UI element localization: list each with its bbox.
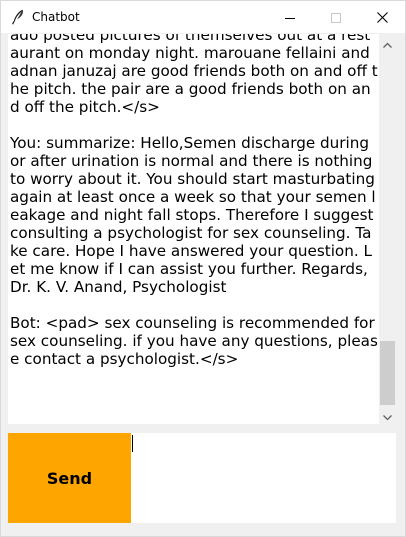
chat-log-text: ado posted pictures of themselves out at… xyxy=(10,34,378,368)
feather-icon xyxy=(11,9,25,25)
maximize-button[interactable] xyxy=(313,1,359,33)
close-icon xyxy=(376,8,388,27)
title-bar[interactable]: Chatbot xyxy=(1,1,405,33)
maximize-icon xyxy=(331,8,341,27)
scroll-up-arrow-icon xyxy=(383,33,392,52)
scrollbar-thumb[interactable] xyxy=(380,341,395,405)
minimize-button[interactable] xyxy=(267,1,313,33)
scroll-down-button[interactable] xyxy=(379,407,396,424)
send-button[interactable]: Send xyxy=(8,433,131,523)
chat-log[interactable]: ado posted pictures of themselves out at… xyxy=(8,34,379,424)
chatbot-window: Chatbot ado posted pictures of themselve… xyxy=(0,0,406,537)
window-title: Chatbot xyxy=(32,10,80,24)
close-button[interactable] xyxy=(359,1,405,33)
minimize-icon xyxy=(285,8,295,27)
text-cursor xyxy=(132,435,133,452)
chat-scrollbar[interactable] xyxy=(379,34,396,424)
scroll-up-button[interactable] xyxy=(379,34,396,51)
message-input[interactable] xyxy=(131,433,396,523)
scroll-down-arrow-icon xyxy=(383,406,392,425)
